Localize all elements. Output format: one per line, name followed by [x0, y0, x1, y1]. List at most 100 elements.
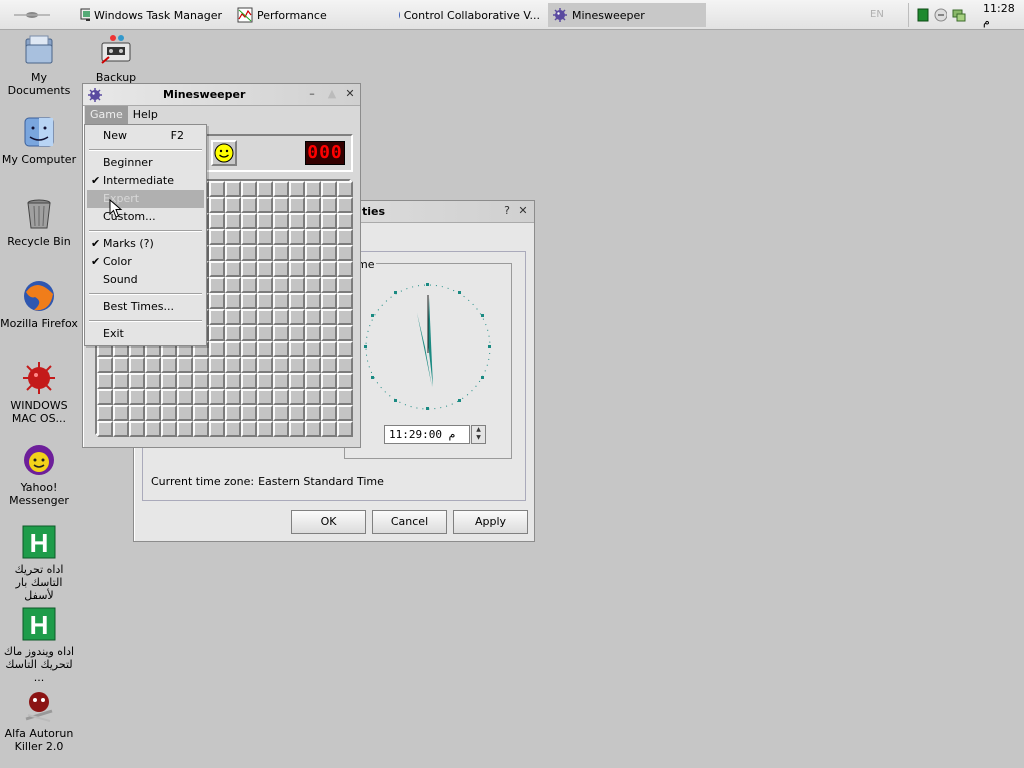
desktop-icon-alfa-autorun-killer[interactable]: Alfa Autorun Killer 2.0 [0, 689, 78, 753]
mine-cell[interactable] [289, 245, 305, 261]
mine-cell[interactable] [257, 277, 273, 293]
mine-cell[interactable] [337, 421, 353, 437]
mine-cell[interactable] [209, 277, 225, 293]
mine-cell[interactable] [305, 389, 321, 405]
desktop-icon-my-documents[interactable]: My Documents [0, 33, 78, 97]
mine-cell[interactable] [273, 197, 289, 213]
green-chip-icon[interactable] [917, 8, 929, 22]
mine-cell[interactable] [113, 421, 129, 437]
menu-item-marks[interactable]: ✔ Marks (?) [87, 235, 204, 253]
mine-cell[interactable] [305, 245, 321, 261]
mine-cell[interactable] [177, 373, 193, 389]
mine-cell[interactable] [273, 261, 289, 277]
mine-cell[interactable] [129, 389, 145, 405]
mine-cell[interactable] [337, 245, 353, 261]
mine-cell[interactable] [145, 421, 161, 437]
mine-cell[interactable] [193, 357, 209, 373]
mine-cell[interactable] [321, 277, 337, 293]
mine-cell[interactable] [145, 405, 161, 421]
mine-cell[interactable] [273, 277, 289, 293]
mine-cell[interactable] [257, 421, 273, 437]
mine-cell[interactable] [257, 341, 273, 357]
network-icon[interactable] [952, 8, 966, 22]
mine-cell[interactable] [273, 245, 289, 261]
mine-cell[interactable] [305, 181, 321, 197]
mine-cell[interactable] [209, 357, 225, 373]
mine-cell[interactable] [273, 213, 289, 229]
mine-cell[interactable] [97, 421, 113, 437]
mine-cell[interactable] [305, 341, 321, 357]
smiley-button[interactable] [211, 140, 237, 166]
mine-cell[interactable] [113, 373, 129, 389]
mine-cell[interactable] [273, 357, 289, 373]
mine-cell[interactable] [241, 373, 257, 389]
mine-cell[interactable] [321, 197, 337, 213]
mine-cell[interactable] [241, 309, 257, 325]
menu-item-custom[interactable]: Custom... [87, 208, 204, 226]
mine-cell[interactable] [289, 197, 305, 213]
mine-cell[interactable] [241, 389, 257, 405]
mine-cell[interactable] [241, 261, 257, 277]
time-input[interactable]: 11:29:00 م [384, 425, 470, 444]
minus-circle-icon[interactable] [934, 8, 948, 22]
mine-cell[interactable] [337, 325, 353, 341]
mine-cell[interactable] [225, 229, 241, 245]
mine-cell[interactable] [209, 325, 225, 341]
mine-cell[interactable] [241, 277, 257, 293]
mine-cell[interactable] [321, 373, 337, 389]
mine-cell[interactable] [273, 421, 289, 437]
mine-cell[interactable] [209, 373, 225, 389]
mine-cell[interactable] [241, 293, 257, 309]
mine-cell[interactable] [305, 309, 321, 325]
mine-cell[interactable] [337, 277, 353, 293]
mine-cell[interactable] [289, 421, 305, 437]
mine-cell[interactable] [209, 309, 225, 325]
mine-cell[interactable] [257, 293, 273, 309]
menu-game[interactable]: Game [85, 106, 128, 124]
mine-cell[interactable] [273, 373, 289, 389]
mine-cell[interactable] [209, 181, 225, 197]
language-indicator[interactable]: EN [870, 9, 884, 20]
mine-cell[interactable] [209, 405, 225, 421]
mine-cell[interactable] [257, 357, 273, 373]
menu-help[interactable]: Help [128, 106, 163, 124]
mine-cell[interactable] [209, 197, 225, 213]
mine-cell[interactable] [177, 405, 193, 421]
mine-cell[interactable] [97, 373, 113, 389]
menu-item-new[interactable]: New F2 [87, 127, 204, 145]
mine-cell[interactable] [273, 389, 289, 405]
mine-cell[interactable] [209, 213, 225, 229]
mine-cell[interactable] [305, 229, 321, 245]
mine-cell[interactable] [321, 421, 337, 437]
desktop-icon-backup[interactable]: Backup [77, 33, 155, 84]
mine-cell[interactable] [273, 341, 289, 357]
help-button[interactable]: ? [500, 204, 514, 218]
mine-cell[interactable] [225, 325, 241, 341]
mine-cell[interactable] [225, 421, 241, 437]
taskbar-task-performance[interactable]: Performance [233, 3, 383, 27]
mine-cell[interactable] [321, 181, 337, 197]
mine-cell[interactable] [257, 373, 273, 389]
mine-cell[interactable] [209, 389, 225, 405]
mine-cell[interactable] [321, 357, 337, 373]
close-button[interactable]: ✕ [516, 204, 530, 218]
mine-cell[interactable] [209, 293, 225, 309]
mine-cell[interactable] [225, 357, 241, 373]
mine-cell[interactable] [305, 213, 321, 229]
mine-cell[interactable] [129, 421, 145, 437]
mine-cell[interactable] [241, 405, 257, 421]
mine-cell[interactable] [321, 213, 337, 229]
mine-cell[interactable] [337, 309, 353, 325]
mine-cell[interactable] [337, 293, 353, 309]
mine-cell[interactable] [337, 389, 353, 405]
mine-cell[interactable] [289, 213, 305, 229]
close-button[interactable]: ✕ [343, 87, 357, 101]
mine-cell[interactable] [145, 357, 161, 373]
mine-cell[interactable] [209, 229, 225, 245]
mine-cell[interactable] [305, 357, 321, 373]
mine-cell[interactable] [305, 293, 321, 309]
mine-cell[interactable] [193, 405, 209, 421]
menu-item-sound[interactable]: Sound [87, 271, 204, 289]
mine-cell[interactable] [273, 293, 289, 309]
mine-cell[interactable] [225, 197, 241, 213]
